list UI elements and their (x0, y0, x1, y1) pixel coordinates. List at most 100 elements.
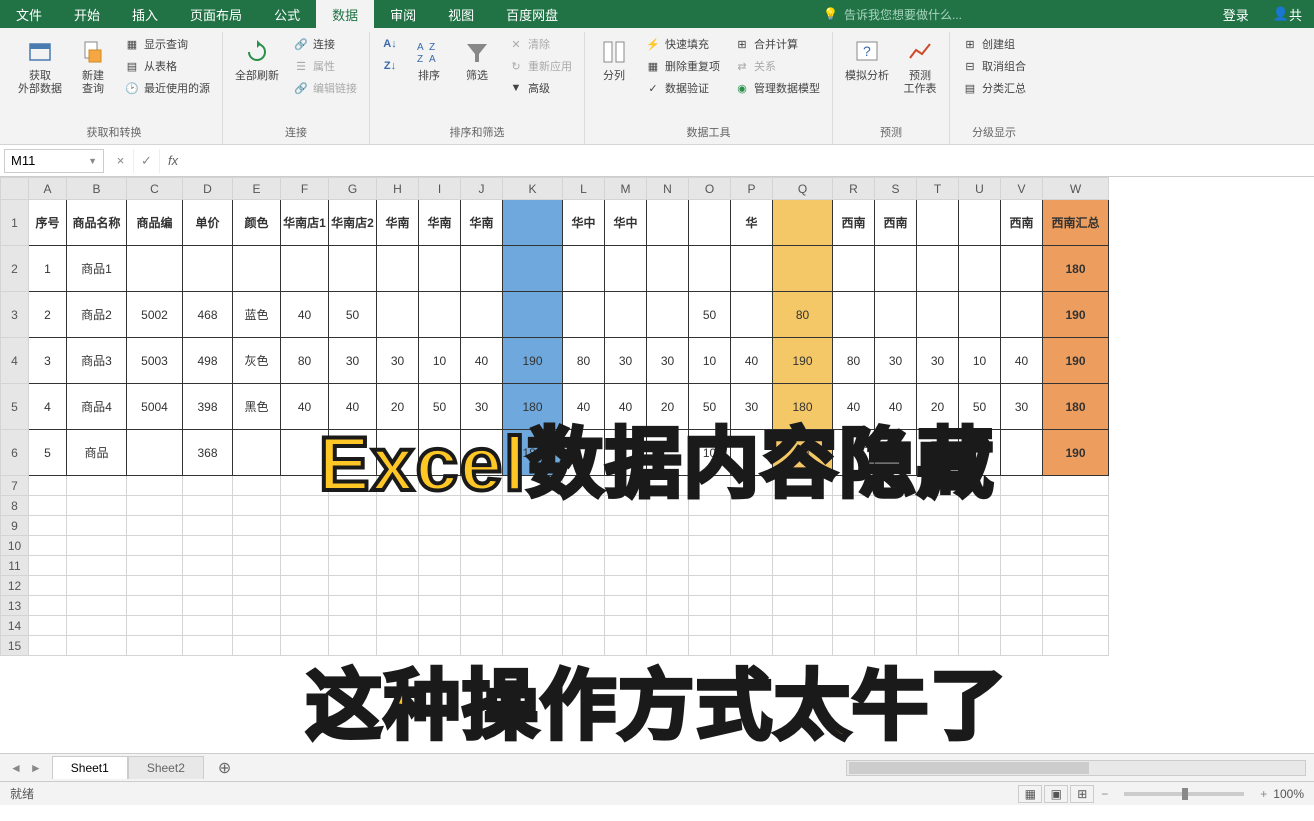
empty-cell[interactable] (917, 476, 959, 496)
data-cell[interactable]: 40 (281, 384, 329, 430)
empty-cell[interactable] (281, 576, 329, 596)
empty-cell[interactable] (689, 496, 731, 516)
empty-cell[interactable] (731, 576, 773, 596)
empty-cell[interactable] (233, 616, 281, 636)
empty-cell[interactable] (281, 536, 329, 556)
data-cell[interactable] (731, 246, 773, 292)
data-cell[interactable]: 80 (773, 430, 833, 476)
data-cell[interactable]: 498 (183, 338, 233, 384)
empty-cell[interactable] (959, 536, 1001, 556)
empty-cell[interactable] (183, 636, 233, 656)
column-header[interactable]: D (183, 178, 233, 200)
empty-cell[interactable] (647, 476, 689, 496)
data-cell[interactable] (127, 430, 183, 476)
empty-cell[interactable] (329, 636, 377, 656)
horizontal-scrollbar[interactable] (245, 760, 1314, 776)
empty-cell[interactable] (647, 636, 689, 656)
empty-cell[interactable] (377, 516, 419, 536)
get-external-data-button[interactable]: 获取 外部数据 (14, 34, 66, 98)
empty-cell[interactable] (773, 596, 833, 616)
data-cell[interactable] (563, 292, 605, 338)
empty-cell[interactable] (605, 476, 647, 496)
data-cell[interactable]: 40 (461, 338, 503, 384)
data-cell[interactable] (377, 430, 419, 476)
data-cell[interactable]: 398 (183, 384, 233, 430)
data-cell[interactable]: 黑色 (233, 384, 281, 430)
empty-cell[interactable] (183, 476, 233, 496)
data-cell[interactable]: 20 (647, 384, 689, 430)
empty-cell[interactable] (833, 556, 875, 576)
header-cell[interactable] (917, 200, 959, 246)
fx-icon[interactable]: fx (160, 153, 186, 168)
data-cell[interactable]: 190 (503, 338, 563, 384)
empty-cell[interactable] (689, 556, 731, 576)
remove-duplicates-button[interactable]: ▦删除重复项 (641, 56, 724, 76)
header-cell[interactable]: 华南 (461, 200, 503, 246)
empty-cell[interactable] (461, 596, 503, 616)
data-cell[interactable] (833, 292, 875, 338)
empty-cell[interactable] (419, 576, 461, 596)
data-cell[interactable]: 1 (29, 246, 67, 292)
ungroup-button[interactable]: ⊟取消组合 (958, 56, 1030, 76)
data-cell[interactable]: 180 (1043, 384, 1109, 430)
empty-cell[interactable] (29, 616, 67, 636)
data-cell[interactable] (647, 246, 689, 292)
empty-cell[interactable] (917, 536, 959, 556)
data-cell[interactable]: 30 (605, 338, 647, 384)
data-cell[interactable]: 商品 (67, 430, 127, 476)
empty-cell[interactable] (127, 496, 183, 516)
empty-cell[interactable] (773, 636, 833, 656)
add-sheet-button[interactable]: ⊕ (204, 758, 245, 778)
empty-cell[interactable] (731, 636, 773, 656)
header-cell[interactable]: 华中 (605, 200, 647, 246)
empty-cell[interactable] (419, 616, 461, 636)
empty-cell[interactable] (959, 556, 1001, 576)
data-cell[interactable] (419, 430, 461, 476)
empty-cell[interactable] (605, 536, 647, 556)
empty-cell[interactable] (605, 596, 647, 616)
column-header[interactable]: L (563, 178, 605, 200)
data-cell[interactable]: 80 (833, 430, 875, 476)
empty-cell[interactable] (503, 636, 563, 656)
formula-input[interactable] (186, 149, 1314, 173)
header-cell[interactable]: 华南 (377, 200, 419, 246)
data-cell[interactable] (959, 292, 1001, 338)
empty-cell[interactable] (127, 576, 183, 596)
column-header[interactable]: N (647, 178, 689, 200)
data-cell[interactable] (875, 246, 917, 292)
empty-cell[interactable] (233, 476, 281, 496)
data-cell[interactable]: 5003 (127, 338, 183, 384)
data-cell[interactable]: 30 (917, 430, 959, 476)
data-cell[interactable] (503, 246, 563, 292)
data-cell[interactable] (773, 246, 833, 292)
header-cell[interactable] (689, 200, 731, 246)
empty-cell[interactable] (67, 556, 127, 576)
empty-cell[interactable] (875, 536, 917, 556)
column-header[interactable]: R (833, 178, 875, 200)
from-table-button[interactable]: ▤从表格 (120, 56, 214, 76)
data-cell[interactable]: 30 (731, 384, 773, 430)
empty-cell[interactable] (917, 516, 959, 536)
column-header[interactable]: Q (773, 178, 833, 200)
empty-cell[interactable] (647, 516, 689, 536)
data-cell[interactable]: 40 (875, 384, 917, 430)
column-header[interactable]: M (605, 178, 647, 200)
empty-cell[interactable] (605, 556, 647, 576)
empty-cell[interactable] (233, 536, 281, 556)
empty-cell[interactable] (605, 516, 647, 536)
data-cell[interactable]: 180 (503, 384, 563, 430)
empty-cell[interactable] (29, 576, 67, 596)
header-cell[interactable]: 单价 (183, 200, 233, 246)
empty-cell[interactable] (127, 616, 183, 636)
empty-cell[interactable] (833, 576, 875, 596)
refresh-all-button[interactable]: 全部刷新 (231, 34, 283, 85)
row-header[interactable]: 11 (1, 556, 29, 576)
empty-cell[interactable] (377, 596, 419, 616)
data-cell[interactable] (329, 430, 377, 476)
data-cell[interactable]: 20 (917, 384, 959, 430)
empty-cell[interactable] (29, 596, 67, 616)
connections-button[interactable]: 🔗连接 (289, 34, 361, 54)
empty-cell[interactable] (377, 576, 419, 596)
empty-cell[interactable] (1001, 576, 1043, 596)
header-cell[interactable]: 商品编 (127, 200, 183, 246)
